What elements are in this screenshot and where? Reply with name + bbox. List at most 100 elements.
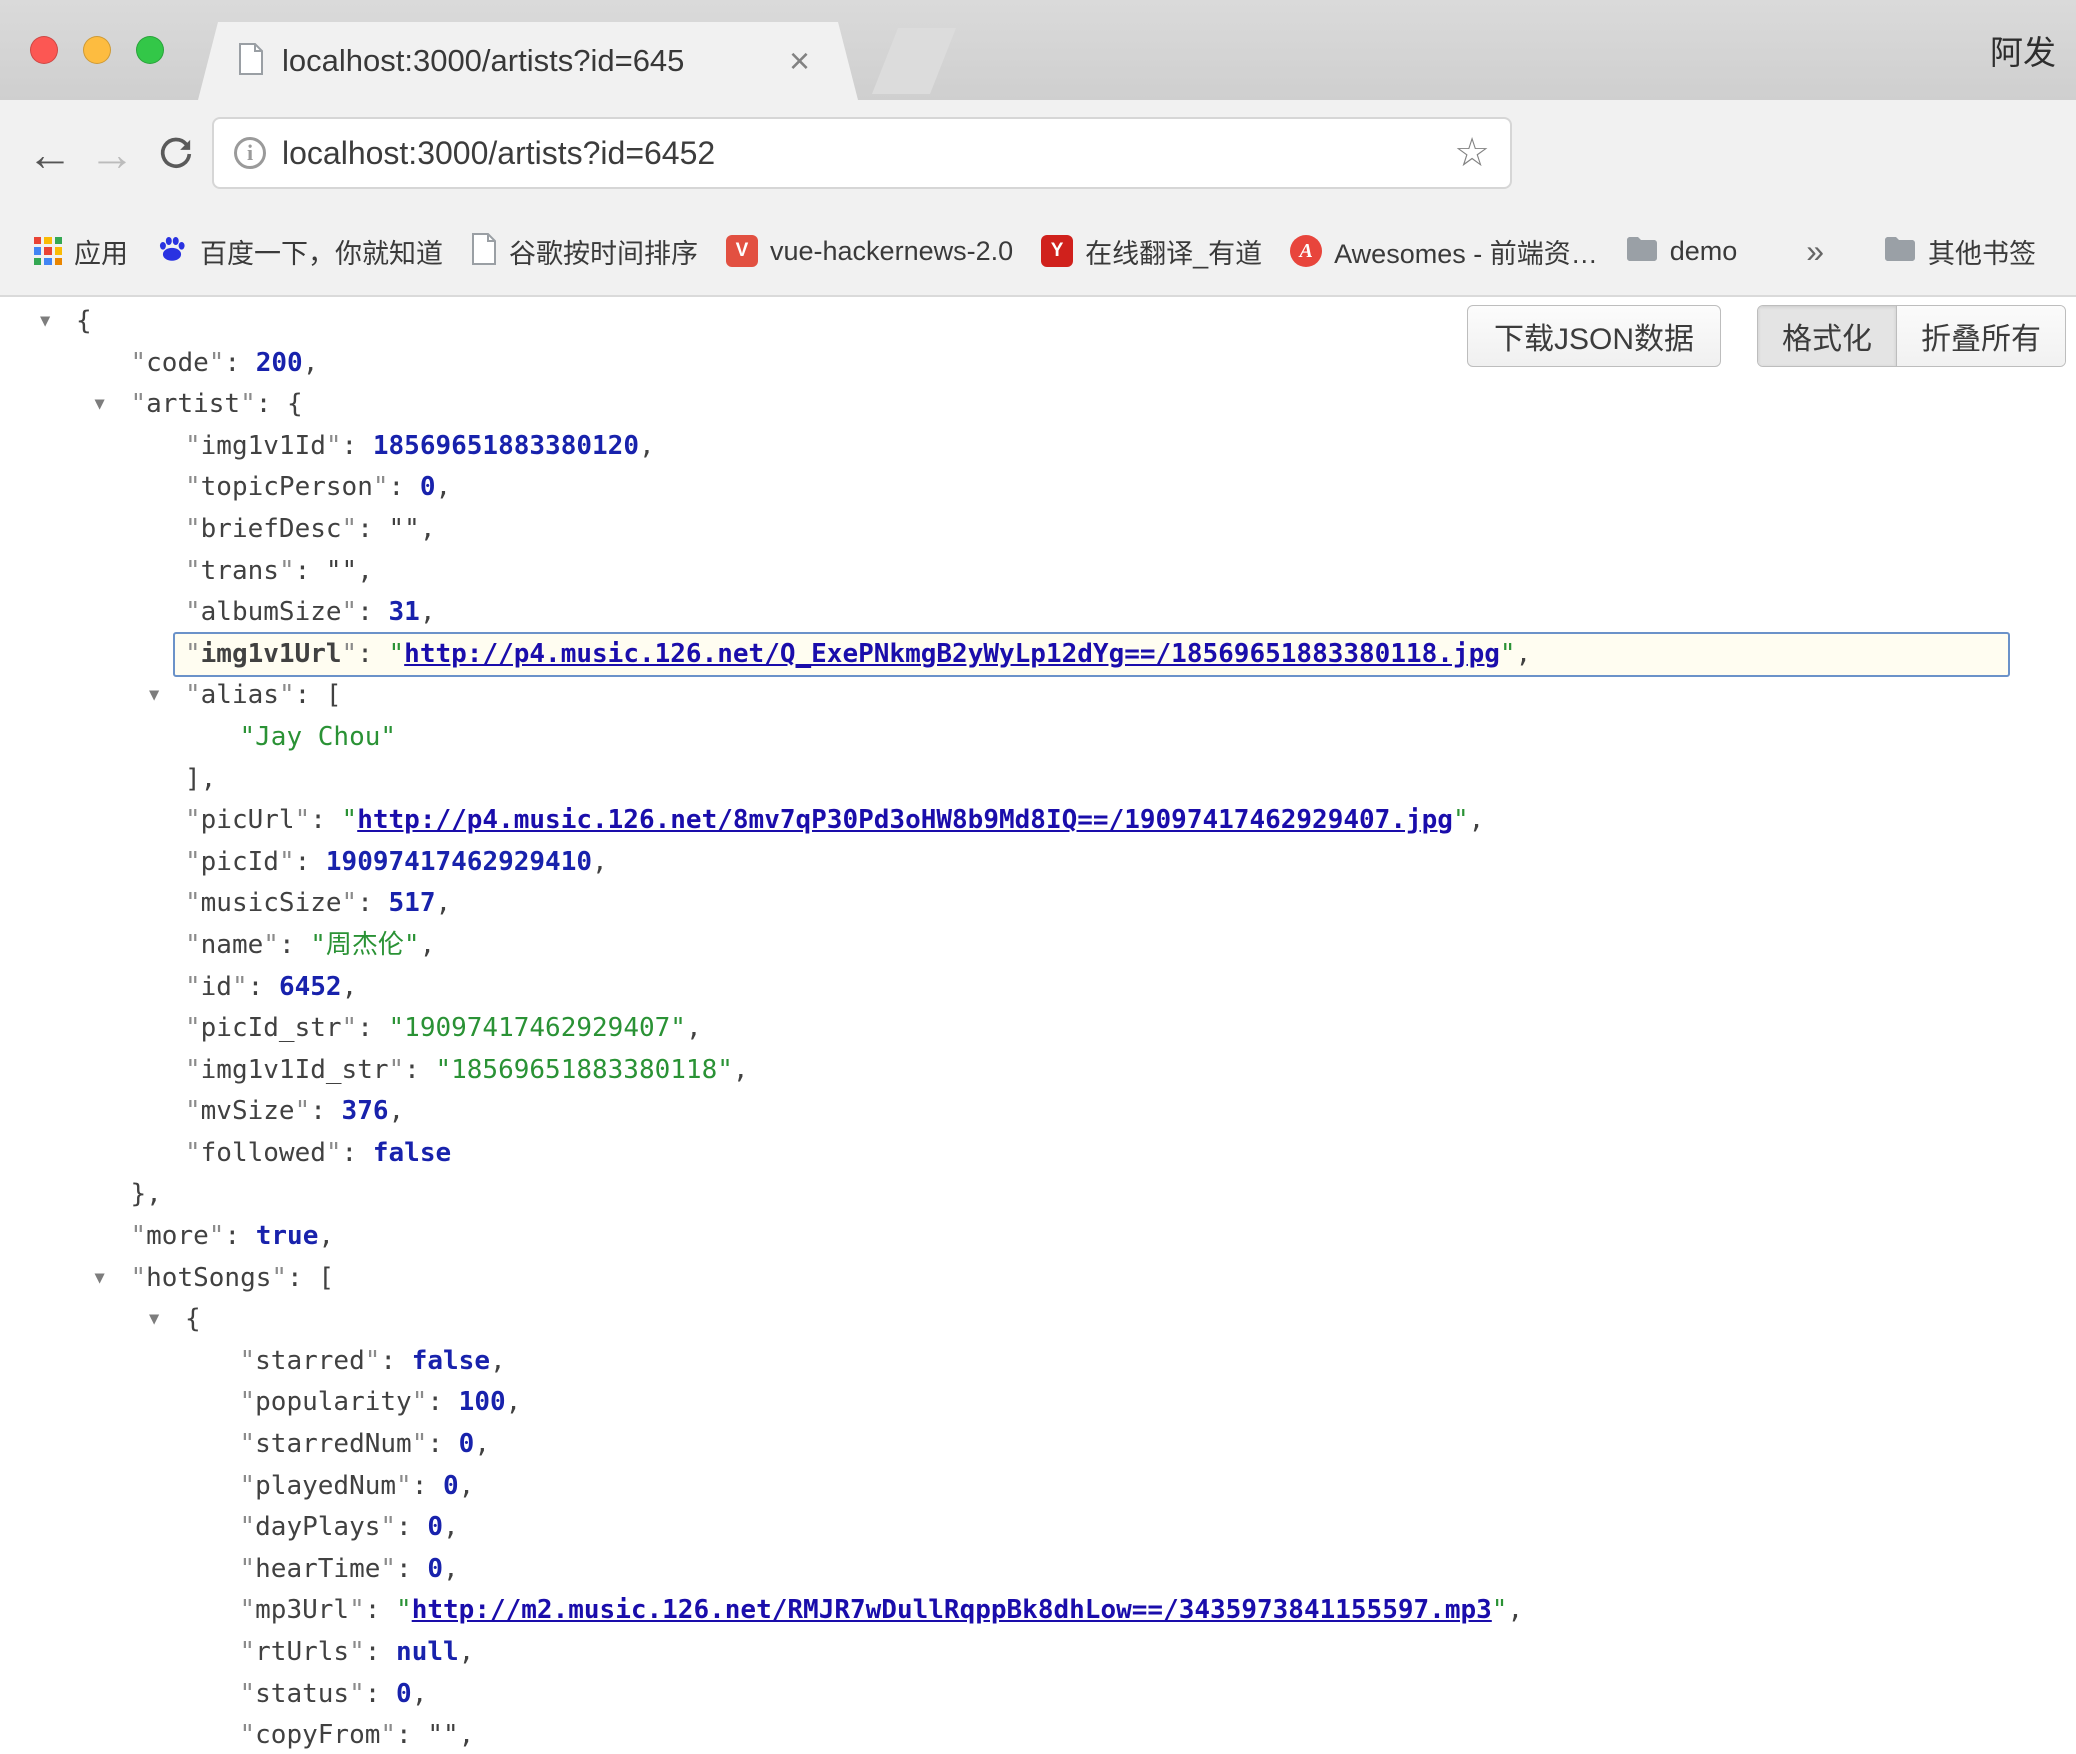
json-token: " bbox=[185, 930, 201, 960]
collapse-all-button[interactable]: 折叠所有 bbox=[1896, 306, 2065, 366]
json-line: "musicSize": 517, bbox=[0, 883, 2076, 925]
json-token: " bbox=[131, 1263, 147, 1293]
bookmark-item-baidu[interactable]: 百度一下，你就知道 bbox=[142, 224, 457, 279]
json-token: , bbox=[443, 1554, 459, 1584]
json-token: " bbox=[263, 930, 279, 960]
tab-close-icon[interactable]: × bbox=[785, 43, 814, 79]
back-button[interactable]: ← bbox=[22, 100, 78, 207]
folder-icon bbox=[1884, 236, 1916, 267]
json-key: name bbox=[201, 930, 264, 960]
json-line: "followed": false bbox=[0, 1133, 2076, 1175]
json-token: , bbox=[435, 888, 451, 918]
download-json-button[interactable]: 下载JSON数据 bbox=[1467, 305, 1721, 367]
json-token: " bbox=[373, 472, 389, 502]
json-key: picId_str bbox=[201, 1013, 342, 1043]
bookmark-item-demo[interactable]: demo bbox=[1612, 228, 1752, 275]
window-close-button[interactable] bbox=[30, 36, 58, 64]
window-controls bbox=[30, 36, 164, 64]
json-token: " bbox=[396, 1471, 412, 1501]
url-bar[interactable]: i localhost:3000/artists?id=6452 ☆ bbox=[212, 117, 1512, 189]
json-key: starred bbox=[255, 1346, 365, 1376]
json-bool-value: false bbox=[412, 1346, 490, 1376]
json-token: " bbox=[279, 847, 295, 877]
json-num-value: 31 bbox=[389, 597, 420, 627]
json-token: " bbox=[326, 1138, 342, 1168]
page-favicon-icon bbox=[238, 43, 264, 80]
json-line: "copyFrom": "", bbox=[0, 1715, 2076, 1754]
json-token: : bbox=[412, 1471, 443, 1501]
json-viewer-toolbar: 下载JSON数据 格式化 折叠所有 bbox=[1467, 305, 2066, 367]
bookmark-item-vue-hackernews[interactable]: V vue-hackernews-2.0 bbox=[712, 227, 1027, 275]
profile-name[interactable]: 阿发 bbox=[1990, 0, 2056, 100]
json-token: " bbox=[185, 1013, 201, 1043]
json-token: , bbox=[459, 1637, 475, 1667]
json-token: " bbox=[185, 556, 201, 586]
collapse-toggle-icon[interactable]: ▼ bbox=[149, 1299, 159, 1341]
bookmark-item-apps[interactable]: 应用 bbox=[20, 224, 142, 279]
json-string-value: "19097417462929407" bbox=[389, 1013, 686, 1043]
other-bookmarks-folder[interactable]: 其他书签 bbox=[1870, 224, 2050, 279]
json-line: "picId_str": "19097417462929407", bbox=[0, 1008, 2076, 1050]
json-open-bracket: [ bbox=[326, 680, 342, 710]
collapse-toggle-icon[interactable]: ▼ bbox=[149, 675, 159, 717]
json-token: : bbox=[427, 1387, 458, 1417]
json-key: picId bbox=[201, 847, 279, 877]
collapse-toggle-icon[interactable]: ▼ bbox=[95, 384, 105, 426]
json-token: , bbox=[459, 1720, 475, 1750]
json-line: "id": 6452, bbox=[0, 967, 2076, 1009]
window-minimize-button[interactable] bbox=[83, 36, 111, 64]
json-line: "albumSize": 31, bbox=[0, 592, 2076, 634]
json-num-value: 0 bbox=[443, 1471, 459, 1501]
json-url-link[interactable]: http://p4.music.126.net/8mv7qP30Pd3oHW8b… bbox=[357, 805, 1453, 835]
json-token: : bbox=[427, 1429, 458, 1459]
format-button[interactable]: 格式化 bbox=[1758, 306, 1896, 366]
json-token: " bbox=[131, 1221, 147, 1251]
json-token: " bbox=[185, 972, 201, 1002]
json-token: : bbox=[295, 847, 326, 877]
json-line: "more": true, bbox=[0, 1216, 2076, 1258]
bookmark-item-youdao[interactable]: Y 在线翻译_有道 bbox=[1027, 224, 1276, 279]
url-input[interactable]: localhost:3000/artists?id=6452 bbox=[282, 135, 1442, 172]
browser-tab[interactable]: localhost:3000/artists?id=645 × bbox=[198, 22, 858, 100]
json-key: status bbox=[255, 1679, 349, 1709]
json-key: albumSize bbox=[201, 597, 342, 627]
json-line: "name": "周杰伦", bbox=[0, 925, 2076, 967]
bookmark-star-icon[interactable]: ☆ bbox=[1454, 130, 1490, 176]
json-key: code bbox=[146, 348, 209, 378]
collapse-toggle-icon[interactable]: ▼ bbox=[95, 1258, 105, 1300]
json-key: hearTime bbox=[255, 1554, 380, 1584]
window-zoom-button[interactable] bbox=[136, 36, 164, 64]
collapse-toggle-icon[interactable]: ▼ bbox=[40, 301, 50, 343]
json-line: ▼"artist": { bbox=[0, 384, 2076, 426]
json-open-bracket: [ bbox=[318, 1263, 334, 1293]
json-url-link[interactable]: http://m2.music.126.net/RMJR7wDullRqppBk… bbox=[412, 1595, 1492, 1625]
json-token: : bbox=[287, 1263, 318, 1293]
json-token: " bbox=[279, 556, 295, 586]
json-token: : bbox=[248, 972, 279, 1002]
json-url-link[interactable]: http://p4.music.126.net/Q_ExePNkmgB2yWyL… bbox=[404, 639, 1500, 669]
json-token: : bbox=[295, 680, 326, 710]
new-tab-button[interactable] bbox=[872, 28, 956, 94]
json-line: "playedNum": 0, bbox=[0, 1466, 2076, 1508]
tab-title: localhost:3000/artists?id=645 bbox=[282, 43, 767, 79]
json-line: }, bbox=[0, 1174, 2076, 1216]
reload-button[interactable] bbox=[148, 100, 204, 207]
baidu-paw-icon bbox=[156, 233, 188, 270]
json-token: " bbox=[380, 1554, 396, 1584]
json-token: " bbox=[380, 1720, 396, 1750]
bookmark-item-awesomes[interactable]: A Awesomes - 前端资… bbox=[1276, 224, 1612, 279]
json-key: more bbox=[146, 1221, 209, 1251]
bookmark-item-google-sort[interactable]: 谷歌按时间排序 bbox=[457, 224, 712, 279]
bookmarks-overflow-chevron[interactable]: » bbox=[1806, 233, 1824, 270]
json-line: "hearTime": 0, bbox=[0, 1549, 2076, 1591]
json-line: "mvSize": 376, bbox=[0, 1091, 2076, 1133]
json-token: " bbox=[240, 1720, 256, 1750]
json-token: , bbox=[357, 556, 373, 586]
forward-button: → bbox=[84, 100, 140, 207]
site-info-icon[interactable]: i bbox=[234, 137, 266, 169]
navigation-bar: ← → i localhost:3000/artists?id=6452 ☆ V… bbox=[0, 100, 2076, 207]
json-token: : bbox=[357, 1013, 388, 1043]
json-token: " bbox=[342, 805, 358, 835]
json-token: , bbox=[420, 597, 436, 627]
json-key: artist bbox=[146, 389, 240, 419]
